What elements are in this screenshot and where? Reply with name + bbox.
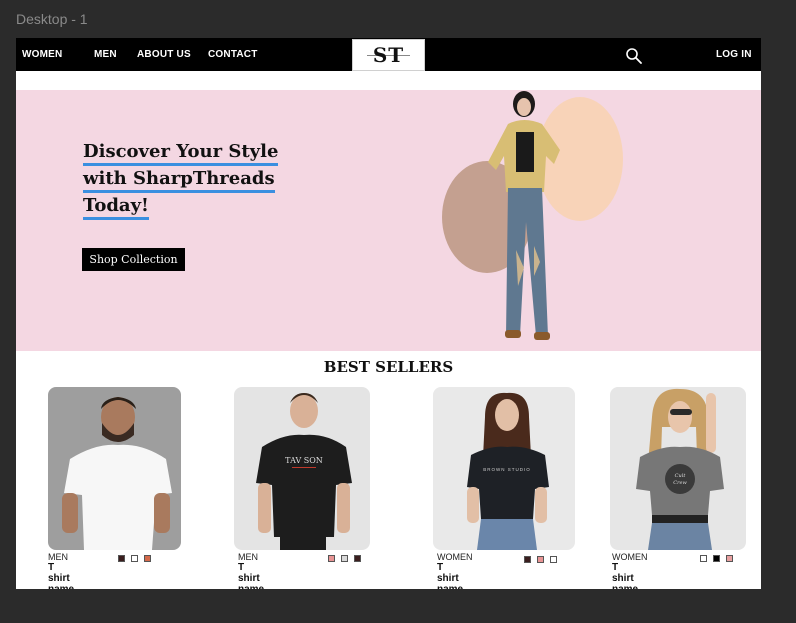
color-swatch[interactable] [341,555,348,562]
svg-text:BROWN STUDIO: BROWN STUDIO [483,467,531,472]
shop-collection-button[interactable]: Shop Collection [82,248,185,271]
hero-title-line-2: with SharpThreads [83,168,275,193]
nav-women[interactable]: WOMEN [22,49,62,60]
product-category: MEN [238,552,258,562]
product-image[interactable]: TAV SON [234,387,370,550]
color-swatch[interactable] [537,556,544,563]
nav-about-us[interactable]: ABOUT US [137,49,191,60]
color-swatch[interactable] [726,555,733,562]
color-swatch[interactable] [524,556,531,563]
page: WOMEN MEN ABOUT US CONTACT ST LOG IN Dis… [16,38,761,589]
color-swatch[interactable] [354,555,361,562]
color-swatch[interactable] [118,555,125,562]
login-link[interactable]: LOG IN [716,49,752,60]
svg-text:TAV SON: TAV SON [285,456,323,465]
product-name[interactable]: T shirt name [238,562,264,589]
hero-title-line-3: Today! [83,195,149,220]
frame-label: Desktop - 1 [16,11,88,27]
nav-men[interactable]: MEN [94,49,117,60]
top-navbar: WOMEN MEN ABOUT US CONTACT ST LOG IN [16,38,761,71]
svg-text:Crew: Crew [673,480,687,486]
logo[interactable]: ST [352,39,425,71]
logo-text: ST [372,43,405,67]
hero-model-image [488,91,560,340]
color-swatch[interactable] [700,555,707,562]
product-image[interactable] [48,387,181,550]
color-swatch[interactable] [328,555,335,562]
product-category: MEN [48,552,68,562]
color-swatch[interactable] [144,555,151,562]
product-name[interactable]: T shirt name [48,562,74,589]
product-name[interactable]: T shirt name [437,562,463,589]
hero-banner: Discover Your Style with SharpThreads To… [16,90,761,351]
svg-text:Cult: Cult [675,473,687,479]
product-image[interactable]: Cult Crew [610,387,746,550]
search-icon[interactable] [625,47,643,65]
hero-title-line-1: Discover Your Style [83,141,279,166]
nav-contact[interactable]: CONTACT [208,49,258,60]
product-name[interactable]: T shirt name [612,562,638,589]
product-image[interactable]: BROWN STUDIO [433,387,575,550]
color-swatch[interactable] [713,555,720,562]
product-category: WOMEN [437,552,473,562]
color-swatch[interactable] [550,556,557,563]
hero-title: Discover Your Style with SharpThreads To… [83,138,283,220]
color-swatch[interactable] [131,555,138,562]
best-sellers-title: BEST SELLERS [323,358,454,376]
product-category: WOMEN [612,552,648,562]
